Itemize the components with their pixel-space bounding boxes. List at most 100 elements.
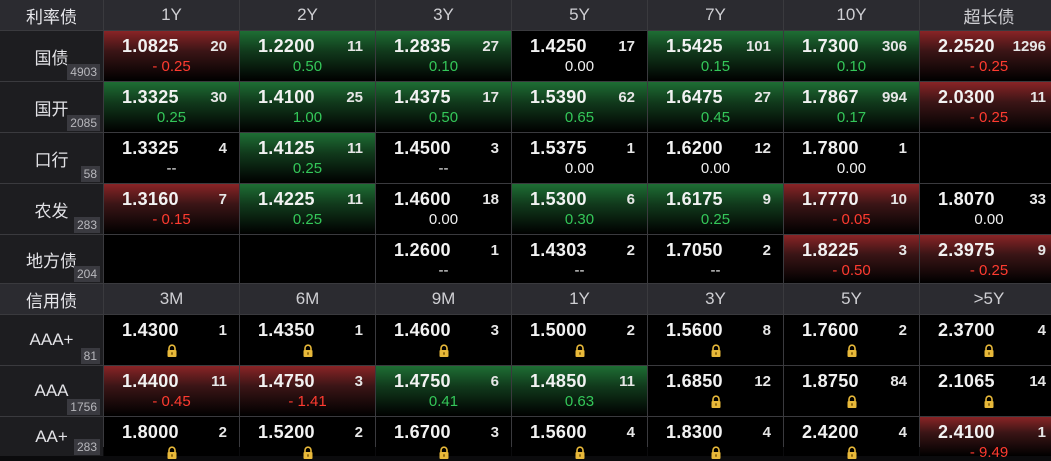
quote-cell[interactable]: 1.6175 9 0.25 [648,184,783,234]
quote-cell[interactable]: 1.4600 3 [376,315,511,365]
quote-change: 0.00 [836,160,867,177]
quote-cell[interactable]: 1.4350 1 [240,315,375,365]
quote-cell[interactable]: 1.4600 18 0.00 [376,184,511,234]
quote-cell[interactable]: 1.4400 11 - 0.45 [104,366,239,416]
rate_section-row-label[interactable]: 国债 4903 [0,31,103,81]
credit_section-tenor-header[interactable]: >5Y [920,284,1051,314]
quote-cell[interactable]: 1.5425 101 0.15 [648,31,783,81]
quote-cell[interactable]: 2.4200 4 [784,417,919,459]
credit_section-tenor-header[interactable]: 1Y [512,284,647,314]
quote-change: - 1.41 [288,393,327,410]
quote-cell[interactable]: 2.2520 1296- 0.25 [920,31,1051,81]
quote-cell[interactable]: 1.0825 20 - 0.25 [104,31,239,81]
quote-cell[interactable]: 1.4500 3 -- [376,133,511,183]
quote-cell[interactable]: 1.7800 1 0.00 [784,133,919,183]
quote-cell[interactable] [104,235,239,283]
quote-cell[interactable]: 1.2200 11 0.50 [240,31,375,81]
quote-volume: 1 [490,242,499,259]
quote-cell[interactable]: 1.4750 6 0.41 [376,366,511,416]
rate_section-tenor-header[interactable]: 超长债 [920,0,1051,30]
lock-icon [711,344,720,357]
quote-volume: 62 [618,89,635,106]
quote-cell[interactable]: 1.6700 3 [376,417,511,459]
quote-cell[interactable]: 1.4100 25 1.00 [240,82,375,132]
quote-cell[interactable]: 1.6475 27 0.45 [648,82,783,132]
quote-cell[interactable]: 1.5390 62 0.65 [512,82,647,132]
quote-volume: 25 [346,89,363,106]
quote-cell[interactable]: 1.8070 33 0.00 [920,184,1051,234]
quote-cell[interactable]: 1.8750 84 [784,366,919,416]
credit_section-tenor-header[interactable]: 3Y [648,284,783,314]
quote-cell[interactable]: 1.8225 3 - 0.50 [784,235,919,283]
quote-cell[interactable]: 1.4125 11 0.25 [240,133,375,183]
credit_section-tenor-header[interactable]: 9M [376,284,511,314]
quote-change: 0.25 [156,109,187,126]
quote-cell[interactable]: 2.0300 11 - 0.25 [920,82,1051,132]
quote-volume: 9 [1037,242,1046,259]
rate_section-tenor-header[interactable]: 2Y [240,0,375,30]
quote-cell[interactable]: 1.8000 2 [104,417,239,459]
quote-cell[interactable]: 1.7770 10 - 0.05 [784,184,919,234]
quote-cell[interactable]: 1.6200 12 0.00 [648,133,783,183]
quote-cell[interactable]: 1.3160 7 - 0.15 [104,184,239,234]
credit_section-row-label[interactable]: AA+ 283 [0,417,103,456]
quote-cell[interactable]: 1.4850 11 0.63 [512,366,647,416]
quote-change: - 0.25 [969,109,1009,126]
rate_section-tenor-header[interactable]: 10Y [784,0,919,30]
quote-cell[interactable]: 1.4303 2 -- [512,235,647,283]
quote-cell[interactable]: 1.4250 17 0.00 [512,31,647,81]
credit_section-tenor-header[interactable]: 5Y [784,284,919,314]
rate_section-row-label[interactable]: 地方债 204 [0,235,103,283]
quote-cell[interactable]: 1.5000 2 [512,315,647,365]
quote-cell[interactable]: 1.7600 2 [784,315,919,365]
quote-cell[interactable]: 2.3700 4 [920,315,1051,365]
quote-cell[interactable]: 1.3325 4 -- [104,133,239,183]
quote-volume: 11 [347,140,363,157]
quote-cell[interactable]: 1.2835 27 0.10 [376,31,511,81]
quote-cell[interactable]: 1.5600 8 [648,315,783,365]
rate_section-tenor-header[interactable]: 1Y [104,0,239,30]
quote-cell[interactable]: 1.4375 17 0.50 [376,82,511,132]
quote-cell[interactable]: 2.1065 14 [920,366,1051,416]
quote-cell[interactable]: 1.5600 4 [512,417,647,459]
credit_section-row-label[interactable]: AAA+ 81 [0,315,103,365]
lock-icon [167,344,176,357]
quote-price: 1.4750 [258,371,315,391]
credit_section-tenor-header[interactable]: 6M [240,284,375,314]
quote-volume: 6 [490,373,499,390]
rate_section-row-label[interactable]: 农发 283 [0,184,103,234]
row-name: AAA [34,381,69,400]
quote-cell[interactable]: 1.8300 4 [648,417,783,459]
rate_section-tenor-header[interactable]: 5Y [512,0,647,30]
quote-cell[interactable]: 1.4750 3 - 1.41 [240,366,375,416]
quote-cell[interactable]: 1.5300 6 0.30 [512,184,647,234]
quote-cell[interactable]: 1.7050 2 -- [648,235,783,283]
quote-change: -- [710,262,721,279]
quote-cell[interactable]: 1.7867 994 0.17 [784,82,919,132]
quote-cell[interactable]: 2.4100 1- 9.49 [920,417,1051,461]
quote-cell[interactable] [920,133,1051,183]
rate_section-tenor-header[interactable]: 7Y [648,0,783,30]
quote-cell[interactable]: 1.6850 12 [648,366,783,416]
credit_section-row-label[interactable]: AAA 1756 [0,366,103,416]
quote-cell[interactable]: 2.3975 9 - 0.25 [920,235,1051,283]
quote-price: 1.5390 [530,87,587,107]
quote-cell[interactable] [240,235,375,283]
rate_section-row-label[interactable]: 国开 2085 [0,82,103,132]
quote-cell[interactable]: 1.4225 11 0.25 [240,184,375,234]
quote-price: 1.7867 [802,87,859,107]
quote-cell[interactable]: 1.4300 1 [104,315,239,365]
quote-cell[interactable]: 1.5375 1 0.00 [512,133,647,183]
quote-volume: 12 [754,140,771,157]
quote-volume: 4 [762,424,771,441]
rate_section-row-label[interactable]: 口行 58 [0,133,103,183]
quote-cell[interactable]: 1.7300 306 0.10 [784,31,919,81]
quote-cell[interactable]: 1.3325 30 0.25 [104,82,239,132]
credit_section-tenor-header[interactable]: 3M [104,284,239,314]
quote-cell[interactable]: 1.2600 1 -- [376,235,511,283]
quote-change: 0.00 [428,211,459,228]
quote-cell[interactable]: 1.5200 2 [240,417,375,459]
quote-price: 1.4250 [530,36,587,56]
rate_section-tenor-header[interactable]: 3Y [376,0,511,30]
quote-volume: 1 [626,140,635,157]
